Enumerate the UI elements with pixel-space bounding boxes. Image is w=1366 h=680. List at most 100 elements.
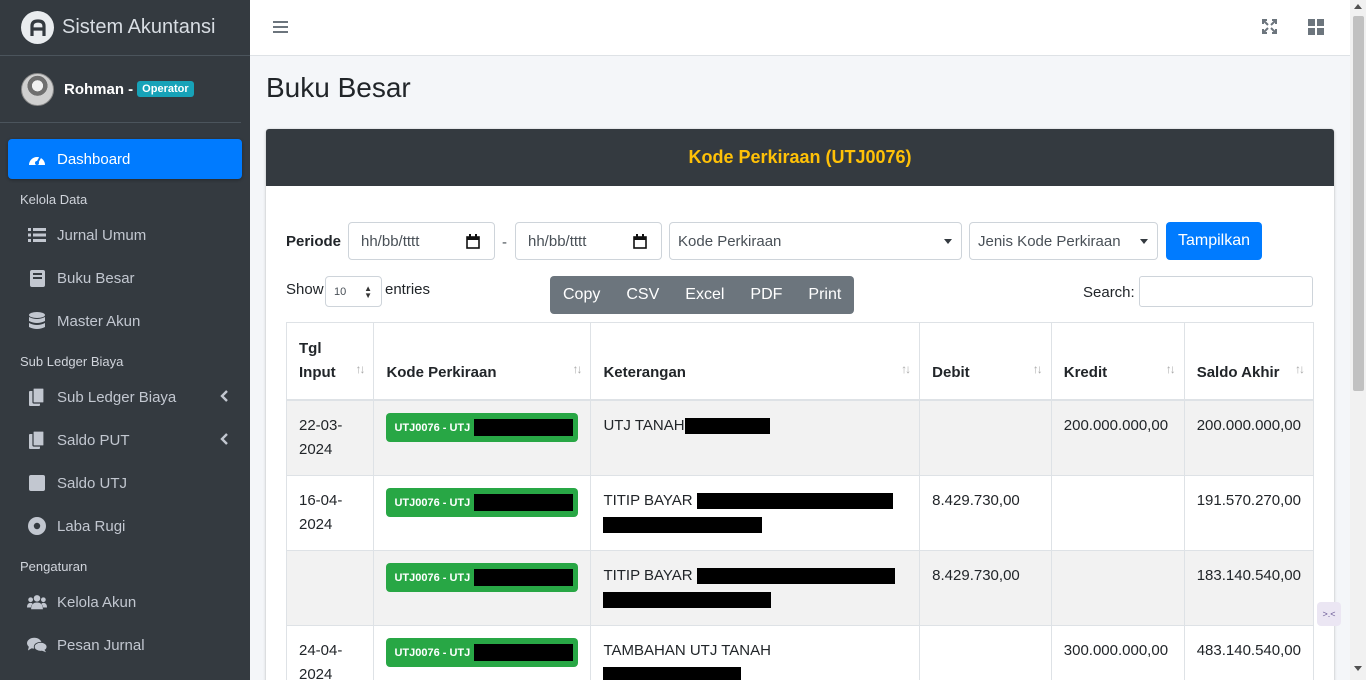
scroll-up-arrow-icon[interactable] [1354,4,1362,9]
database-icon [27,311,47,331]
caret-down-icon [1140,239,1148,244]
sidebar-item-label: Saldo PUT [57,431,130,449]
brand-link[interactable]: Sistem Akuntansi [0,0,250,56]
cell-saldo: 183.140.540,00 [1183,550,1315,626]
fullscreen-icon[interactable] [1262,19,1277,39]
sidebar-item-label: Sub Ledger Biaya [57,388,177,406]
kode-badge-text: UTJ0076 - UTJ [394,571,471,584]
date-separator: - [502,234,507,251]
column-header-saldo-akhir[interactable]: Saldo Akhir ↑↓ [1183,322,1315,401]
cell-kode: UTJ0076 - UTJ [373,399,592,476]
role-badge: Operator [137,81,194,97]
kode-perkiraan-select[interactable]: Kode Perkiraan [669,222,962,260]
tampilkan-button[interactable]: Tampilkan [1166,222,1262,260]
cell-debit [919,625,1052,680]
dot-circle-icon [27,516,47,536]
redaction-bar [603,517,763,534]
calendar-icon[interactable] [633,234,647,253]
sidebar-item-kelola-akun[interactable]: Kelola Akun [8,582,242,622]
print-button[interactable]: Print [795,276,854,314]
periode-label: Periode [286,233,342,250]
scrollbar-thumb[interactable] [1353,16,1364,391]
cell-tgl [285,550,375,626]
nav-header-sub-ledger: Sub Ledger Biaya [20,354,124,369]
sidebar-item-jurnal-umum[interactable]: Jurnal Umum [8,215,242,255]
header-label: Debit [932,364,970,381]
column-header-kredit[interactable]: Kredit ↑↓ [1050,322,1185,401]
table-header-row: Tgl Input ↑↓ Kode Perkiraan ↑↓ Keterangan ↑… [285,322,1315,401]
cell-debit: 8.429.730,00 [919,550,1052,626]
entries-length-select[interactable]: 10 ▲ ▼ [325,276,382,307]
entries-label: entries [385,281,431,298]
redaction-bar [603,667,742,680]
date-from-input[interactable]: hh/bb/tttt [348,222,495,260]
copy-icon [27,387,47,407]
sidebar-item-dashboard[interactable]: Dashboard [8,139,242,179]
csv-button[interactable]: CSV [613,276,672,314]
sidebar-item-laba-rugi[interactable]: Laba Rugi [8,506,242,546]
caret-down-icon [944,239,952,244]
sidebar-item-saldo-put[interactable]: Saldo PUT [8,420,242,460]
sidebar-item-label: Laba Rugi [57,517,126,535]
brand-logo-icon [21,11,54,44]
ledger-card: Kode Perkiraan (UTJ0076) Periode hh/bb/t… [266,129,1334,680]
header-label: Keterangan [603,364,686,381]
sidebar-item-label: Saldo UTJ [57,474,128,492]
book-icon [27,268,47,288]
users-icon [27,592,47,612]
main-sidebar: Sistem Akuntansi Rohman - Operator Dashb… [0,0,250,680]
sidebar-item-sub-ledger-biaya[interactable]: Sub Ledger Biaya [8,377,242,417]
table-row: 22-03-2024 UTJ0076 - UTJ UTJ TANAH 200.0… [285,399,1315,476]
nav-header-pengaturan: Pengaturan [20,559,88,574]
column-header-keterangan[interactable]: Keterangan ↑↓ [590,322,921,401]
ledger-table: Tgl Input ↑↓ Kode Perkiraan ↑↓ Keterangan ↑… [285,322,1315,680]
jenis-kode-select[interactable]: Jenis Kode Perkiraan [969,222,1158,260]
column-header-kode-perkiraan[interactable]: Kode Perkiraan ↑↓ [373,322,592,401]
column-header-debit[interactable]: Debit ↑↓ [919,322,1052,401]
hamburger-menu-icon[interactable] [273,19,288,39]
cell-kode: UTJ0076 - UTJ [373,475,592,551]
column-header-tgl-input[interactable]: Tgl Input ↑↓ [285,322,375,401]
cell-kredit [1050,550,1185,626]
cell-keterangan: TAMBAHAN UTJ TANAH [590,625,921,680]
user-panel[interactable]: Rohman - Operator [0,56,241,123]
sidebar-item-pesan-jurnal[interactable]: Pesan Jurnal [8,625,242,665]
floating-widget-icon[interactable]: >.< [1317,602,1341,626]
kode-badge: UTJ0076 - UTJ [386,413,579,442]
date-to-input[interactable]: hh/bb/tttt [515,222,662,260]
redaction-bar [696,568,895,585]
date-from-placeholder: hh/bb/tttt [361,232,420,250]
table-row: UTJ0076 - UTJ TITIP BAYAR 8.429.730,00 1… [285,550,1315,626]
top-navbar [250,0,1350,56]
control-sidebar-icon[interactable] [1308,19,1324,40]
cell-kredit [1050,475,1185,551]
cell-debit [919,399,1052,476]
kode-perkiraan-select-value: Kode Perkiraan [678,232,782,250]
pdf-button[interactable]: PDF [737,276,795,314]
calendar-icon[interactable] [466,234,480,253]
card-header: Kode Perkiraan (UTJ0076) [266,129,1334,186]
cell-tgl: 24-04-2024 [285,625,375,680]
header-label: Kredit [1063,364,1108,381]
sidebar-item-buku-besar[interactable]: Buku Besar [8,258,242,298]
sidebar-item-saldo-utj[interactable]: Saldo UTJ [8,463,242,503]
keterangan-text: TITIP BAYAR [603,567,693,584]
table-row: 24-04-2024 UTJ0076 - UTJ TAMBAHAN UTJ TA… [285,625,1315,680]
kode-badge: UTJ0076 - UTJ [386,638,579,667]
redaction-bar [474,419,574,436]
sidebar-item-master-akun[interactable]: Master Akun [8,301,242,341]
cell-saldo: 200.000.000,00 [1183,399,1315,476]
sidebar-item-label: Master Akun [57,312,141,330]
redaction-bar [696,493,893,510]
search-input[interactable] [1139,276,1313,307]
excel-button[interactable]: Excel [672,276,737,314]
entries-length-value: 10 [334,285,347,298]
table-row: 16-04-2024 UTJ0076 - UTJ TITIP BAYAR 8.4… [285,475,1315,551]
copy-button[interactable]: Copy [550,276,613,314]
page-scrollbar[interactable] [1350,0,1366,680]
cell-kode: UTJ0076 - UTJ [373,625,592,680]
scroll-down-arrow-icon[interactable] [1354,666,1362,671]
kode-badge-text: UTJ0076 - UTJ [394,646,471,659]
sort-icon: ↑↓ [355,362,365,376]
sort-icon: ↑↓ [572,362,582,376]
